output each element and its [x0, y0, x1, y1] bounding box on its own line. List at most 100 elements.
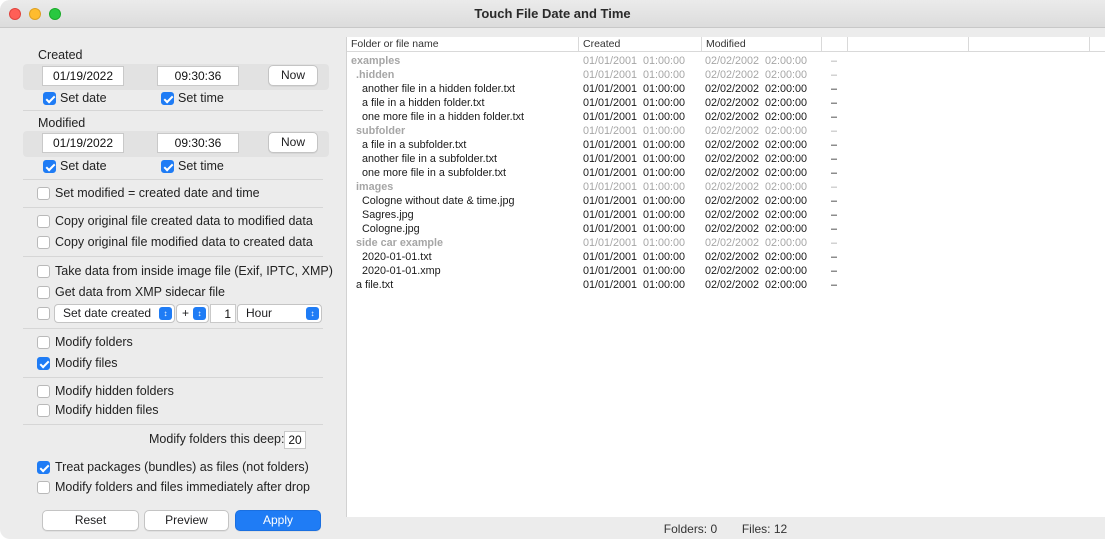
- table-row[interactable]: 2020-01-01.txt 01/01/2001 01:00:00 02/02/2…: [347, 250, 1105, 264]
- cell-modified: 02/02/2002 02:00:00: [705, 125, 808, 137]
- take-from-image-label: Take data from inside image file (Exif, …: [55, 264, 333, 278]
- modified-set-time-checkbox[interactable]: [161, 160, 174, 173]
- cell-dash: –: [831, 195, 838, 207]
- copy-created-to-modified-checkbox[interactable]: [37, 215, 50, 228]
- cell-modified: 02/02/2002 02:00:00: [705, 251, 808, 263]
- cell-dash: –: [831, 111, 838, 123]
- cell-name: images: [356, 181, 394, 193]
- cell-name: a file in a hidden folder.txt: [362, 97, 485, 109]
- cell-name: subfolder: [356, 125, 406, 137]
- table-row[interactable]: a file in a hidden folder.txt 01/01/2001 …: [347, 96, 1105, 110]
- set-modified-equals-created-checkbox[interactable]: [37, 187, 50, 200]
- table-row[interactable]: one more file in a subfolder.txt 01/01/20…: [347, 166, 1105, 180]
- table-row[interactable]: another file in a hidden folder.txt 01/01…: [347, 82, 1105, 96]
- cell-dash: –: [831, 223, 838, 235]
- created-set-time-checkbox[interactable]: [161, 92, 174, 105]
- table-row[interactable]: Cologne without date & time.jpg 01/01/200…: [347, 194, 1105, 208]
- app-window: Touch File Date and Time Created 01/19/2…: [0, 0, 1105, 539]
- modify-immediately-checkbox[interactable]: [37, 481, 50, 494]
- cell-name: examples: [351, 55, 401, 67]
- modify-files-checkbox[interactable]: [37, 357, 50, 370]
- table-row[interactable]: Sagres.jpg 01/01/2001 01:00:00 02/02/2002 …: [347, 208, 1105, 222]
- cell-dash: –: [831, 251, 838, 263]
- cell-modified: 02/02/2002 02:00:00: [705, 223, 808, 235]
- modify-folders-checkbox[interactable]: [37, 336, 50, 349]
- table-row[interactable]: side car example 01/01/2001 01:00:00 02/02…: [347, 236, 1105, 250]
- cell-dash: –: [831, 167, 838, 179]
- cell-created: 01/01/2001 01:00:00: [583, 83, 686, 95]
- cell-name: a file.txt: [356, 279, 394, 291]
- cell-name: one more file in a hidden folder.txt: [362, 111, 525, 123]
- sign-popup[interactable]: + ↕: [176, 304, 209, 323]
- copy-modified-to-created-label: Copy original file modified data to crea…: [55, 235, 313, 249]
- table-row[interactable]: a file in a subfolder.txt 01/01/2001 01:0…: [347, 138, 1105, 152]
- depth-label: Modify folders this deep:: [149, 432, 285, 446]
- stepper-icon: ↕: [159, 307, 172, 320]
- modified-now-button[interactable]: Now: [268, 132, 318, 153]
- cell-name: 2020-01-01.xmp: [362, 265, 441, 277]
- created-heading: Created: [38, 48, 83, 62]
- modify-hidden-files-checkbox[interactable]: [37, 404, 50, 417]
- amount-field[interactable]: 1: [210, 304, 236, 323]
- table-row[interactable]: another file in a subfolder.txt 01/01/200…: [347, 152, 1105, 166]
- column-header-created[interactable]: Created: [579, 37, 702, 52]
- table-row[interactable]: subfolder 01/01/2001 01:00:00 02/02/2002 0…: [347, 124, 1105, 138]
- copy-modified-to-created-checkbox[interactable]: [37, 236, 50, 249]
- cell-created: 01/01/2001 01:00:00: [583, 69, 686, 81]
- cell-modified: 02/02/2002 02:00:00: [705, 195, 808, 207]
- table-row[interactable]: 2020-01-01.xmp 01/01/2001 01:00:00 02/02/2…: [347, 264, 1105, 278]
- cell-created: 01/01/2001 01:00:00: [583, 223, 686, 235]
- divider: [23, 179, 323, 180]
- set-date-popup[interactable]: Set date created ↕: [54, 304, 175, 323]
- table-row[interactable]: Cologne.jpg 01/01/2001 01:00:00 02/02/2002…: [347, 222, 1105, 236]
- cell-dash: –: [831, 153, 838, 165]
- file-table[interactable]: Folder or file name Created Modified exa…: [346, 37, 1105, 517]
- stepper-icon: ↕: [193, 307, 206, 320]
- modified-heading: Modified: [38, 116, 86, 130]
- reset-button[interactable]: Reset: [42, 510, 139, 531]
- column-header-name[interactable]: Folder or file name: [347, 37, 579, 52]
- modified-date-field[interactable]: 01/19/2022: [42, 133, 124, 153]
- cell-modified: 02/02/2002 02:00:00: [705, 237, 808, 249]
- cell-created: 01/01/2001 01:00:00: [583, 167, 686, 179]
- column-header-extra[interactable]: [848, 37, 969, 52]
- take-from-image-checkbox[interactable]: [37, 265, 50, 278]
- created-now-button[interactable]: Now: [268, 65, 318, 86]
- table-row[interactable]: one more file in a hidden folder.txt 01/0…: [347, 110, 1105, 124]
- cell-modified: 02/02/2002 02:00:00: [705, 209, 808, 221]
- column-header-extra[interactable]: [822, 37, 848, 52]
- created-set-time-label: Set time: [178, 91, 224, 105]
- created-set-date-checkbox[interactable]: [43, 92, 56, 105]
- cell-created: 01/01/2001 01:00:00: [583, 139, 686, 151]
- unit-popup[interactable]: Hour ↕: [237, 304, 322, 323]
- cell-created: 01/01/2001 01:00:00: [583, 111, 686, 123]
- preview-button[interactable]: Preview: [144, 510, 229, 531]
- divider: [23, 377, 323, 378]
- table-row[interactable]: images 01/01/2001 01:00:00 02/02/2002 02:0…: [347, 180, 1105, 194]
- column-header-extra[interactable]: [969, 37, 1090, 52]
- cell-name: .hidden: [356, 69, 395, 81]
- divider: [23, 110, 323, 111]
- created-time-field[interactable]: 09:30:36: [157, 66, 239, 86]
- offset-checkbox[interactable]: [37, 307, 50, 320]
- table-row[interactable]: .hidden 01/01/2001 01:00:00 02/02/2002 02:…: [347, 68, 1105, 82]
- depth-field[interactable]: 20: [284, 431, 306, 449]
- cell-dash: –: [831, 83, 838, 95]
- cell-dash: –: [831, 69, 838, 81]
- modified-set-date-checkbox[interactable]: [43, 160, 56, 173]
- column-header-modified[interactable]: Modified: [702, 37, 822, 52]
- cell-name: another file in a hidden folder.txt: [362, 83, 516, 95]
- table-row[interactable]: examples 01/01/2001 01:00:00 02/02/2002 02…: [347, 54, 1105, 68]
- modified-time-field[interactable]: 09:30:36: [157, 133, 239, 153]
- cell-name: side car example: [356, 237, 444, 249]
- cell-name: Cologne.jpg: [362, 223, 420, 235]
- table-row[interactable]: a file.txt 01/01/2001 01:00:00 02/02/2002 …: [347, 278, 1105, 292]
- cell-dash: –: [831, 139, 838, 151]
- treat-packages-checkbox[interactable]: [37, 461, 50, 474]
- files-count: Files: 12: [741, 522, 788, 536]
- modify-hidden-folders-checkbox[interactable]: [37, 385, 50, 398]
- created-date-field[interactable]: 01/19/2022: [42, 66, 124, 86]
- apply-button[interactable]: Apply: [235, 510, 321, 531]
- cell-name: 2020-01-01.txt: [362, 251, 432, 263]
- get-from-xmp-checkbox[interactable]: [37, 286, 50, 299]
